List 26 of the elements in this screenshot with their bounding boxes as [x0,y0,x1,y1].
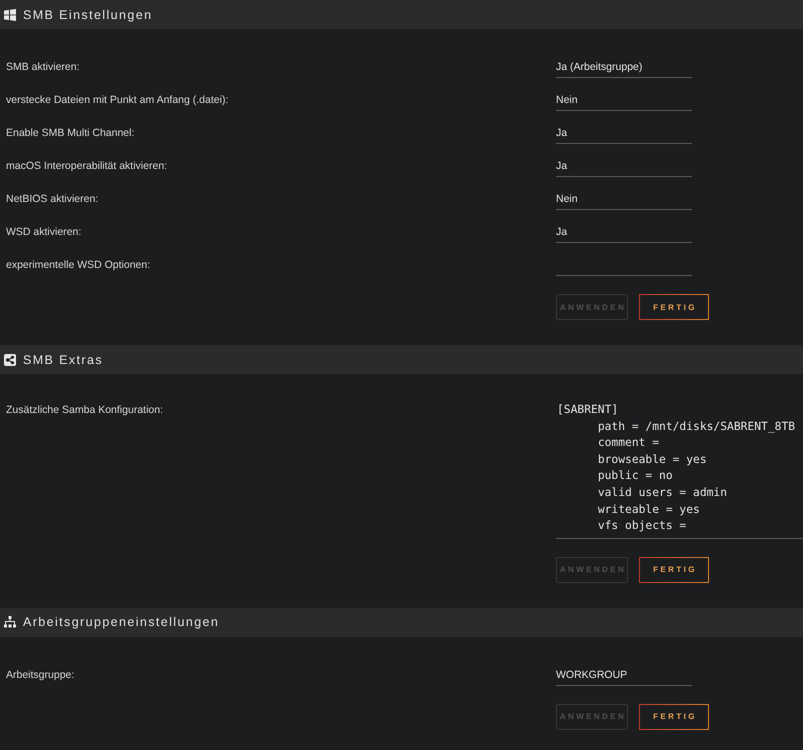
field-label: SMB aktivieren: [6,60,81,75]
section-title: Arbeitsgruppeneinstellungen [23,615,220,630]
config-textarea[interactable]: [SABRENT] path = /mnt/disks/SABRENT_8TB comment = browseable = yes public = no valid users = admin writeable = yes vfs objects = [556,390,803,539]
select-field[interactable]: Ja (Arbeitsgruppe) [556,45,692,78]
sitemap-icon [4,616,16,628]
field-label: experimentelle WSD Optionen: [6,258,152,273]
share-icon [4,354,16,366]
field-label: macOS Interoperabilität aktivieren: [6,159,168,174]
field-label: Zusätzliche Samba Konfiguration: [6,403,164,417]
field-label: Arbeitsgruppe: [6,668,76,683]
section-title: SMB Einstellungen [23,8,152,22]
select-field[interactable]: Ja [556,144,692,177]
select-field[interactable]: Ja [556,111,692,144]
action-button[interactable]: FERTIG [639,294,709,320]
field-label: WSD aktivieren: [6,225,82,240]
field-label: Enable SMB Multi Channel: [6,126,136,141]
windows-logo-icon [4,8,16,20]
select-field[interactable]: Nein [556,177,692,210]
action-button[interactable]: FERTIG [639,704,709,730]
select-field[interactable]: Nein [556,78,692,111]
field-label: verstecke Dateien mit Punkt am Anfang (.datei): [6,93,230,108]
action-button[interactable]: FERTIG [639,556,709,583]
section-title: SMB Extras [23,352,103,366]
input-field[interactable]: WORKGROUP [556,652,692,686]
field-label: NetBIOS aktivieren: [6,192,100,207]
select-field[interactable]: Ja [556,210,692,243]
